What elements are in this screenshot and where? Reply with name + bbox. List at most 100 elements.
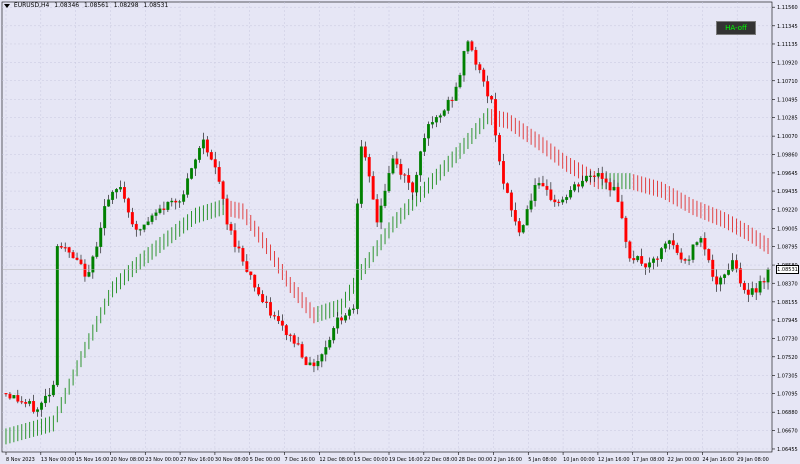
candle-body bbox=[588, 175, 592, 177]
candle-body bbox=[115, 189, 118, 193]
y-tick-label: 1.08370 bbox=[777, 281, 798, 287]
candle-body bbox=[273, 315, 276, 317]
candle-body bbox=[308, 362, 312, 366]
x-tick-label: 22 Jan 00:00 bbox=[668, 457, 700, 463]
candle-body bbox=[158, 208, 162, 213]
candle-body bbox=[79, 259, 83, 265]
candle-body bbox=[320, 354, 324, 362]
candle-body bbox=[395, 158, 399, 165]
y-tick-label: 1.11560 bbox=[777, 5, 798, 11]
candle-body bbox=[75, 257, 79, 260]
candle-body bbox=[146, 221, 150, 225]
y-tick-label: 1.07520 bbox=[777, 355, 798, 361]
candle-body bbox=[379, 205, 383, 223]
candle-body bbox=[91, 256, 95, 273]
candle-body bbox=[99, 227, 103, 247]
x-tick-label: 13 Nov 00:00 bbox=[41, 457, 75, 463]
y-tick-label: 1.06880 bbox=[777, 410, 798, 416]
candle-body bbox=[344, 315, 347, 321]
candle-body bbox=[237, 246, 241, 249]
candle-body bbox=[8, 393, 12, 399]
candle-body bbox=[553, 199, 557, 203]
price-chart[interactable]: 1.11560 1.11345 1.11135 1.10920 1.10710 1.104… bbox=[0, 0, 800, 464]
y-tick-label: 1.09860 bbox=[777, 152, 798, 158]
candle-body bbox=[565, 197, 569, 200]
candle-body bbox=[766, 269, 770, 283]
y-tick-label: 1.11135 bbox=[777, 42, 798, 48]
candle-body bbox=[446, 99, 450, 111]
candle-body bbox=[592, 175, 596, 177]
candle-body bbox=[754, 288, 758, 293]
candle-body bbox=[36, 409, 40, 412]
candle-body bbox=[656, 258, 659, 260]
y-tick-label: 1.07095 bbox=[777, 392, 798, 398]
candle-body bbox=[750, 288, 754, 295]
candle-body bbox=[624, 217, 628, 242]
y-tick-label: 1.06670 bbox=[777, 428, 798, 434]
candle-body bbox=[569, 190, 573, 198]
candle-body bbox=[24, 402, 28, 404]
candle-body bbox=[691, 244, 695, 260]
y-tick-label: 1.07730 bbox=[777, 337, 798, 343]
candle-body bbox=[415, 174, 419, 193]
candle-body bbox=[683, 259, 687, 261]
candle-body bbox=[245, 261, 249, 272]
y-tick-label: 1.10920 bbox=[777, 61, 798, 67]
candle-body bbox=[351, 308, 355, 310]
candle-body bbox=[205, 139, 209, 153]
x-tick-label: 20 Nov 08:00 bbox=[110, 457, 144, 463]
candle-body bbox=[249, 271, 253, 276]
ohlc-close: 1.08531 bbox=[143, 2, 169, 9]
triangle-down-icon bbox=[4, 3, 10, 8]
candle-body bbox=[225, 198, 229, 225]
candle-body bbox=[600, 173, 604, 179]
candle-body bbox=[715, 276, 719, 285]
candle-body bbox=[719, 277, 723, 285]
y-tick-label: 1.10070 bbox=[777, 134, 798, 140]
candle-body bbox=[186, 178, 190, 195]
y-tick-label: 1.10710 bbox=[777, 79, 798, 85]
candle-body bbox=[119, 186, 122, 190]
candle-body bbox=[470, 41, 474, 51]
candle-body bbox=[383, 190, 387, 207]
candle-body bbox=[584, 175, 588, 182]
chart-window[interactable]: 1.11560 1.11345 1.11135 1.10920 1.10710 1.104… bbox=[0, 0, 800, 464]
candle-body bbox=[758, 281, 762, 293]
candle-body bbox=[391, 158, 395, 174]
candle-body bbox=[111, 191, 115, 200]
candle-body bbox=[521, 225, 525, 233]
candle-body bbox=[166, 201, 170, 210]
candle-body bbox=[316, 361, 320, 367]
candle-body bbox=[711, 259, 715, 277]
candle-body bbox=[130, 212, 134, 225]
candle-body bbox=[355, 203, 359, 309]
candle-body bbox=[162, 208, 166, 210]
candle-body bbox=[209, 152, 213, 160]
candle-body bbox=[265, 301, 269, 303]
candle-body bbox=[367, 157, 371, 177]
candle-body bbox=[28, 401, 32, 404]
x-tick-label: 2 Jan 16:00 bbox=[493, 457, 521, 463]
candle-body bbox=[269, 302, 272, 316]
candle-body bbox=[513, 210, 517, 222]
candle-body bbox=[241, 248, 245, 262]
candle-body bbox=[525, 209, 529, 226]
candle-body bbox=[197, 147, 201, 160]
ohlc-high: 1.08561 bbox=[84, 2, 109, 9]
symbol-label: EURUSD,H4 bbox=[13, 2, 50, 9]
candle-body bbox=[284, 325, 288, 336]
candle-body bbox=[746, 289, 750, 295]
candle-body bbox=[427, 124, 430, 139]
candle-body bbox=[482, 69, 486, 82]
candle-body bbox=[580, 180, 584, 187]
candle-body bbox=[407, 175, 411, 183]
candle-body bbox=[573, 184, 577, 191]
candle-body bbox=[486, 81, 490, 97]
current-price-tag: 1.08531 bbox=[776, 264, 799, 274]
candle-body bbox=[707, 249, 711, 261]
candle-body bbox=[703, 238, 707, 250]
candle-body bbox=[640, 256, 644, 264]
ha-toggle-button[interactable]: HA-off bbox=[716, 21, 756, 35]
candle-body bbox=[699, 238, 703, 243]
candle-body bbox=[549, 189, 553, 200]
